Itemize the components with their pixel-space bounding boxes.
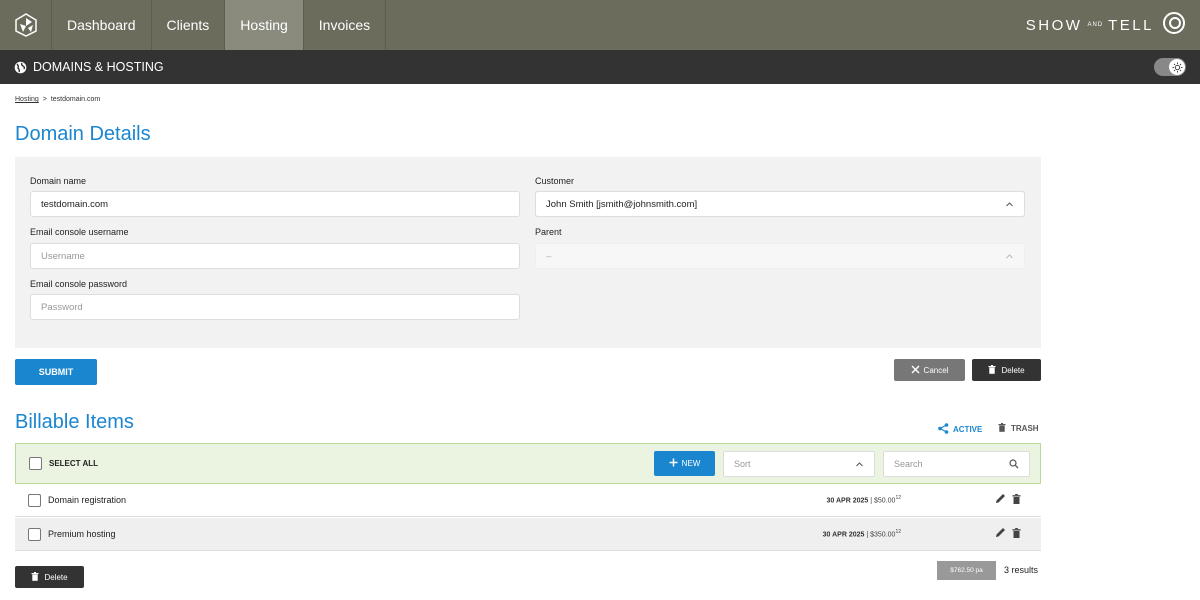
theme-toggle[interactable]: [1154, 58, 1186, 76]
sort-placeholder: Sort: [734, 459, 751, 469]
parent-value: –: [546, 250, 552, 262]
filter-active-link[interactable]: ACTIVE: [938, 423, 982, 436]
row-checkbox[interactable]: [28, 527, 41, 541]
nav-hosting[interactable]: Hosting: [225, 0, 304, 50]
parent-label: Parent: [535, 227, 562, 237]
row-date: 30 APR 2025: [826, 497, 869, 505]
trash-icon: [31, 571, 39, 583]
row-actions: [995, 525, 1021, 543]
trash-icon: [998, 423, 1006, 434]
new-button-label: NEW: [681, 459, 701, 468]
parent-select: –: [535, 243, 1025, 269]
total-badge: $762.50 pa: [937, 561, 996, 580]
section-title: DOMAINS & HOSTING: [33, 60, 164, 74]
domain-name-label: Domain name: [30, 176, 87, 186]
row-period: 12: [895, 495, 901, 502]
delete-selected-button[interactable]: Delete: [15, 566, 84, 588]
globe-icon: [14, 61, 27, 74]
row-meta: 30 APR 2025 | $50.0012: [826, 495, 901, 505]
cancel-button[interactable]: Cancel: [894, 359, 965, 381]
domain-form: Domain name testdomain.com Email console…: [15, 157, 1041, 348]
delete-button-label: Delete: [1001, 365, 1025, 375]
page-title: Domain Details: [15, 123, 151, 145]
top-nav-bar: Dashboard Clients Hosting Invoices SHOW …: [0, 0, 1200, 50]
filter-trash-link[interactable]: TRASH: [998, 423, 1039, 434]
breadcrumb-current: testdomain.com: [50, 96, 101, 103]
email-username-label: Email console username: [30, 227, 129, 237]
brand-text-tell: TELL: [1108, 16, 1154, 34]
close-icon: [911, 365, 920, 376]
brand-ring-icon: [1162, 11, 1186, 39]
brand-text-and: AND: [1087, 22, 1104, 28]
customer-value: John Smith [jsmith@johnsmith.com]: [546, 198, 698, 210]
search-placeholder: Search: [894, 459, 923, 469]
brand-text-show: SHOW: [1025, 16, 1083, 34]
chevron-up-icon: [855, 460, 864, 471]
customer-select[interactable]: John Smith [jsmith@johnsmith.com]: [535, 191, 1025, 217]
table-row[interactable]: Premium hosting 30 APR 2025 | $350.0012: [15, 518, 1041, 551]
row-actions: [995, 491, 1021, 509]
section-bar: DOMAINS & HOSTING: [0, 50, 1200, 84]
search-input[interactable]: Search: [883, 451, 1030, 477]
breadcrumb-hosting-link[interactable]: Hosting: [15, 96, 39, 103]
select-all-checkbox[interactable]: [29, 457, 42, 470]
nav-dashboard[interactable]: Dashboard: [52, 0, 152, 50]
select-all[interactable]: SELECT ALL: [29, 457, 98, 470]
breadcrumb: Hosting > testdomain.com: [15, 96, 100, 103]
billable-items-title: Billable Items: [15, 411, 134, 433]
chevron-up-icon: [1005, 200, 1014, 212]
delete-selected-label: Delete: [44, 572, 68, 582]
sort-select[interactable]: Sort: [723, 451, 875, 477]
nav-clients[interactable]: Clients: [152, 0, 226, 50]
trash-icon: [988, 364, 996, 376]
new-item-button[interactable]: NEW: [654, 451, 715, 476]
domain-name-input[interactable]: testdomain.com: [30, 191, 520, 217]
row-checkbox[interactable]: [28, 493, 41, 507]
table-row[interactable]: Domain registration 30 APR 2025 | $50.00…: [15, 484, 1041, 517]
email-username-input[interactable]: Username: [30, 243, 520, 269]
results-count: 3 results: [1004, 565, 1039, 575]
pencil-icon[interactable]: [995, 491, 1006, 509]
select-all-label: SELECT ALL: [49, 459, 99, 468]
filter-active-label: ACTIVE: [953, 425, 983, 434]
trash-icon[interactable]: [1012, 525, 1021, 543]
billable-toolbar: SELECT ALL NEW Sort Search: [15, 443, 1041, 484]
row-item-name: Domain registration: [48, 495, 127, 505]
email-password-label: Email console password: [30, 279, 128, 289]
row-item-name: Premium hosting: [48, 529, 116, 539]
row-date: 30 APR 2025: [822, 531, 865, 539]
search-icon[interactable]: [1009, 459, 1019, 471]
row-price: $350.00: [870, 531, 896, 539]
email-password-input[interactable]: Password: [30, 294, 520, 320]
chevron-up-icon: [1005, 252, 1014, 264]
submit-button[interactable]: SUBMIT: [15, 359, 97, 385]
row-meta: 30 APR 2025 | $350.0012: [822, 529, 901, 539]
cancel-button-label: Cancel: [923, 365, 949, 375]
plus-icon: [669, 458, 678, 469]
row-price: $50.00: [874, 497, 896, 505]
filter-trash-label: TRASH: [1011, 424, 1039, 433]
sun-icon: [1169, 59, 1185, 75]
customer-label: Customer: [535, 176, 575, 186]
app-logo-icon[interactable]: [0, 0, 52, 50]
trash-icon[interactable]: [1012, 491, 1021, 509]
delete-domain-button[interactable]: Delete: [972, 359, 1041, 381]
nav-invoices[interactable]: Invoices: [304, 0, 387, 50]
breadcrumb-separator: >: [42, 96, 47, 103]
share-icon: [938, 423, 949, 436]
row-period: 12: [895, 529, 901, 536]
pencil-icon[interactable]: [995, 525, 1006, 543]
brand-logo: SHOW AND TELL: [1026, 0, 1186, 50]
